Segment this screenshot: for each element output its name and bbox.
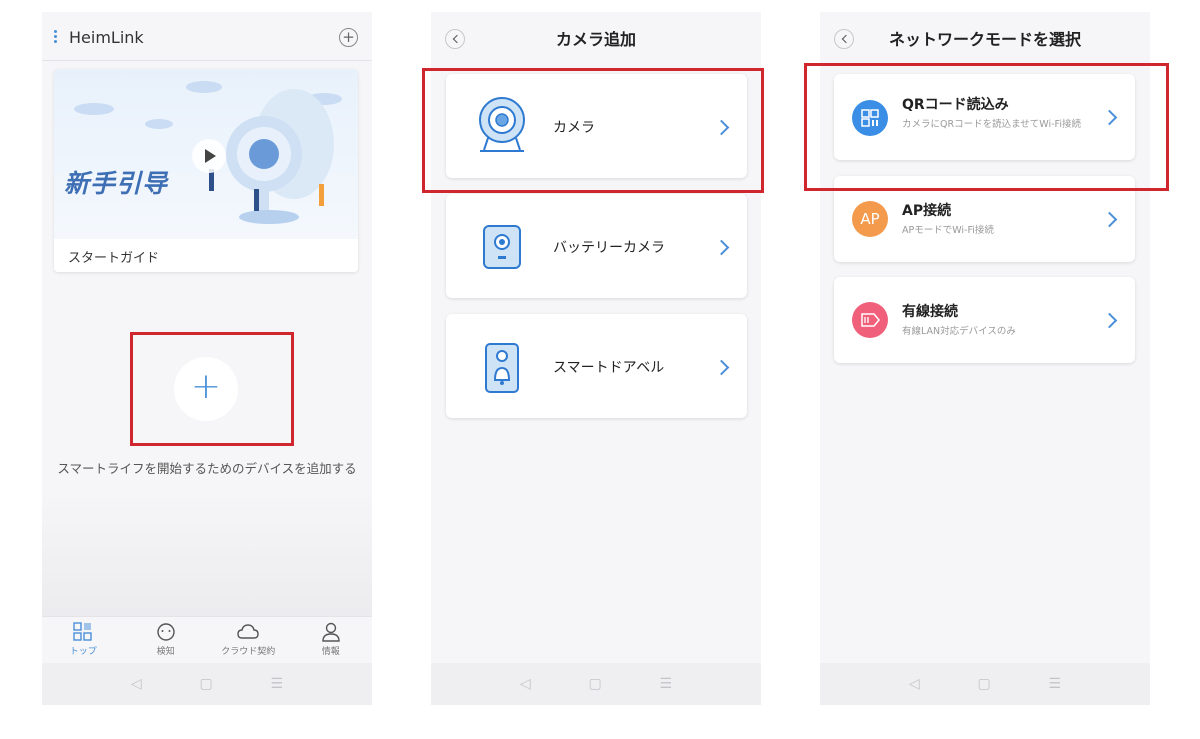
background-room-image (42, 490, 372, 616)
chevron-right-icon (1101, 211, 1118, 228)
ap-label: AP接続 (902, 203, 952, 219)
list-item-wired-connection[interactable]: 有線接続 有線LAN対応デバイスのみ (834, 277, 1135, 363)
highlight-box-add (130, 332, 294, 446)
header-add-button[interactable]: + (339, 28, 358, 47)
nav-menu-icon[interactable]: ☰ (1049, 676, 1062, 692)
guide-banner-text: 新手引导 (64, 169, 169, 198)
system-nav-bar: ◁ ▢ ☰ (42, 663, 372, 705)
page-title: カメラ追加 (555, 30, 636, 49)
highlight-box-camera (422, 68, 764, 193)
nav-back-icon[interactable]: ◁ (131, 676, 142, 692)
nav-home-icon[interactable]: ▢ (199, 676, 212, 692)
battery-camera-label: バッテリーカメラ (553, 240, 665, 256)
person-icon (322, 622, 340, 642)
tab-detection[interactable]: 検知 (125, 617, 208, 665)
page-title: ネットワークモードを選択 (888, 30, 1081, 49)
tab-label: トップ (69, 647, 97, 657)
chat-bubble-icon (157, 623, 175, 641)
nav-menu-icon[interactable]: ☰ (271, 676, 284, 692)
bottom-tab-bar: トップ 検知 クラウド契約 情報 (42, 616, 372, 665)
nav-home-icon[interactable]: ▢ (588, 676, 601, 692)
tab-label: 情報 (321, 647, 340, 657)
wired-label: 有線接続 (902, 304, 958, 320)
tab-label: クラウド契約 (221, 647, 276, 657)
doorbell-icon (485, 343, 519, 393)
guide-label: スタートガイド (68, 251, 160, 266)
ap-description: APモードでWi-Fi接続 (902, 225, 994, 236)
wired-description: 有線LAN対応デバイスのみ (902, 326, 1016, 337)
list-item-battery-camera[interactable]: バッテリーカメラ (446, 194, 747, 298)
tab-cloud[interactable]: クラウド契約 (207, 617, 290, 665)
chevron-right-icon (713, 359, 730, 376)
app-title: HeimLink (69, 28, 144, 47)
highlight-box-qr (804, 63, 1169, 191)
home-grid-icon (73, 622, 92, 641)
nav-back-icon[interactable]: ◁ (909, 676, 920, 692)
tab-label: 検知 (156, 647, 175, 657)
chevron-right-icon (1101, 312, 1118, 329)
doorbell-label: スマートドアベル (553, 360, 665, 376)
system-nav-bar: ◁ ▢ ☰ (820, 663, 1150, 705)
nav-back-icon[interactable]: ◁ (520, 676, 531, 692)
tab-info[interactable]: 情報 (290, 617, 373, 665)
chevron-right-icon (713, 239, 730, 256)
cloud-icon (237, 624, 259, 639)
guide-banner-image: 新手引导 (54, 69, 358, 239)
add-device-prompt: スマートライフを開始するためのデバイスを追加する (57, 461, 357, 476)
ap-icon: AP (852, 201, 888, 237)
app-header: HeimLink + (42, 12, 372, 61)
ethernet-icon (852, 302, 888, 338)
tab-top[interactable]: トップ (42, 617, 125, 665)
battery-camera-icon (483, 225, 521, 269)
start-guide-card[interactable]: 新手引导 スタートガイド (54, 69, 358, 272)
nav-menu-icon[interactable]: ☰ (660, 676, 673, 692)
nav-home-icon[interactable]: ▢ (977, 676, 990, 692)
play-icon[interactable] (192, 139, 226, 173)
ethernet-glyph (852, 302, 888, 338)
menu-dots-icon[interactable] (54, 30, 57, 45)
system-nav-bar: ◁ ▢ ☰ (431, 663, 761, 705)
list-item-doorbell[interactable]: スマートドアベル (446, 314, 747, 418)
